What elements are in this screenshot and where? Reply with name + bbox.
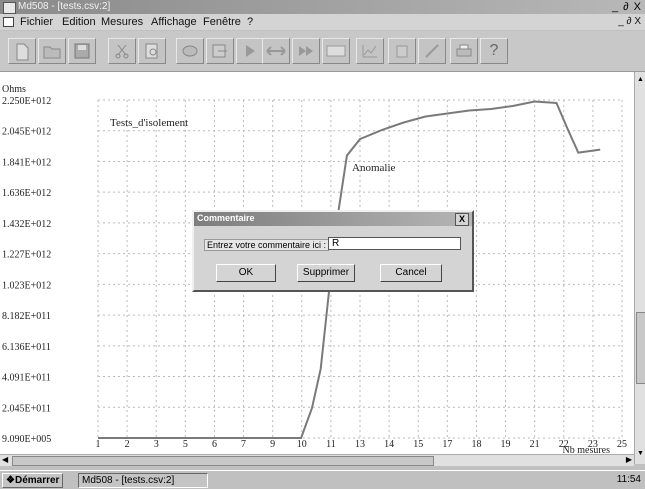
y-tick-label: 6.136E+011 <box>2 342 51 353</box>
start-label: Démarrer <box>14 475 60 486</box>
play-icon[interactable] <box>236 38 264 64</box>
y-tick-label: 1.432E+012 <box>2 219 51 230</box>
battery-icon[interactable] <box>388 38 416 64</box>
comment-prompt-label: Entrez votre commentaire ici : <box>204 239 330 251</box>
chart-icon[interactable] <box>356 38 384 64</box>
y-axis-label: Ohms <box>2 84 26 95</box>
x-tick-label: 10 <box>297 439 307 450</box>
x-tick-label: 17 <box>442 439 452 450</box>
delete-button[interactable]: Supprimer <box>297 264 355 282</box>
app-icon <box>3 2 16 14</box>
y-tick-label: 8.182E+011 <box>2 311 51 322</box>
window-title: Md508 - [tests.csv:2] <box>18 1 111 12</box>
taskbar-app-button[interactable]: Md508 - [tests.csv:2] <box>78 473 208 488</box>
database-icon[interactable] <box>176 38 204 64</box>
comment-input[interactable]: R <box>328 237 461 250</box>
x-tick-label: 3 <box>154 439 159 450</box>
menu-bar: Fichier Edition Mesures Affichage Fenêtr… <box>0 14 645 30</box>
menu-fichier[interactable]: Fichier <box>20 16 53 28</box>
x-tick-label: 9 <box>270 439 275 450</box>
windows-icon: ❖ <box>6 475 15 486</box>
y-tick-label: 1.636E+012 <box>2 188 51 199</box>
close-icon[interactable]: X <box>455 213 469 226</box>
cut-icon[interactable] <box>108 38 136 64</box>
dialog-title: Commentaire <box>197 213 255 223</box>
title-bar: Md508 - [tests.csv:2] _ ∂ X <box>0 0 645 14</box>
x-tick-label: 14 <box>384 439 394 450</box>
new-file-icon[interactable] <box>8 38 36 64</box>
x-tick-label: 15 <box>413 439 423 450</box>
preview-icon[interactable] <box>138 38 166 64</box>
vertical-scrollbar[interactable]: ▲ ▼ <box>634 72 645 464</box>
clock: 11:54 <box>616 474 641 485</box>
horizontal-scrollbar[interactable]: ◀ ▶ <box>0 454 634 466</box>
x-tick-label: 25 <box>617 439 627 450</box>
ok-button[interactable]: OK <box>216 264 276 282</box>
display-icon[interactable] <box>322 38 350 64</box>
help-icon[interactable]: ? <box>480 38 508 64</box>
comment-dialog: Commentaire X Entrez votre commentaire i… <box>192 210 474 292</box>
record-icon[interactable] <box>292 38 320 64</box>
line-icon[interactable] <box>418 38 446 64</box>
annotation-anomalie: Anomalie <box>352 162 395 174</box>
window-controls[interactable]: _ ∂ X <box>612 1 642 13</box>
scroll-up-icon[interactable]: ▲ <box>637 76 644 83</box>
x-tick-label: 5 <box>183 439 188 450</box>
export-icon[interactable] <box>206 38 234 64</box>
x-tick-label: 13 <box>355 439 365 450</box>
x-axis-label: Nb mesures <box>563 445 611 454</box>
scroll-left-icon[interactable]: ◀ <box>2 455 8 464</box>
document-icon <box>3 17 14 27</box>
save-icon[interactable] <box>68 38 96 64</box>
x-tick-label: 18 <box>471 439 481 450</box>
toolbar: ? <box>0 31 645 72</box>
vertical-scroll-thumb[interactable] <box>636 312 645 384</box>
y-tick-label: 1.841E+012 <box>2 157 51 168</box>
x-tick-label: 6 <box>212 439 217 450</box>
menu-help[interactable]: ? <box>247 16 253 28</box>
menu-edition[interactable]: Edition <box>62 16 96 28</box>
y-tick-label: 2.250E+012 <box>2 96 51 107</box>
y-tick-label: 2.045E+011 <box>2 403 51 414</box>
scroll-right-icon[interactable]: ▶ <box>626 455 632 464</box>
y-tick-label: 2.045E+012 <box>2 127 51 138</box>
menu-mesures[interactable]: Mesures <box>101 16 143 28</box>
arrows-icon[interactable] <box>262 38 290 64</box>
annotation-tests: Tests_d'isolement <box>110 117 188 129</box>
menu-affichage[interactable]: Affichage <box>151 16 197 28</box>
menu-fenetre[interactable]: Fenêtre <box>203 16 241 28</box>
taskbar: ❖Démarrer Md508 - [tests.csv:2] 11:54 <box>0 470 645 489</box>
x-tick-label: 2 <box>125 439 130 450</box>
horizontal-scroll-thumb[interactable] <box>12 456 434 466</box>
x-tick-label: 11 <box>326 439 336 450</box>
start-button[interactable]: ❖Démarrer <box>2 473 64 488</box>
x-tick-label: 7 <box>241 439 246 450</box>
y-tick-label: 4.091E+011 <box>2 373 51 384</box>
y-tick-label: 1.023E+012 <box>2 280 51 291</box>
y-tick-label: 9.090E+005 <box>2 434 51 445</box>
x-tick-label: 21 <box>530 439 540 450</box>
cancel-button[interactable]: Cancel <box>380 264 442 282</box>
mdi-controls[interactable]: _ ∂ X <box>618 16 641 27</box>
y-tick-label: 1.227E+012 <box>2 250 51 261</box>
print-icon[interactable] <box>450 38 478 64</box>
x-tick-label: 19 <box>501 439 511 450</box>
open-folder-icon[interactable] <box>38 38 66 64</box>
x-tick-label: 1 <box>96 439 101 450</box>
dialog-title-bar: Commentaire X <box>194 212 472 226</box>
scroll-down-icon[interactable]: ▼ <box>637 450 644 457</box>
